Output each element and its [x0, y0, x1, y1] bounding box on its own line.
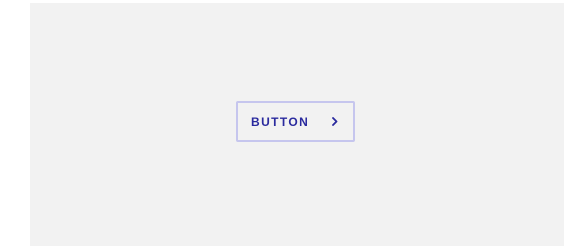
button-label: BUTTON	[251, 114, 310, 129]
canvas-area: BUTTON	[30, 3, 564, 246]
primary-button[interactable]: BUTTON	[236, 101, 355, 142]
chevron-right-icon	[331, 117, 339, 127]
